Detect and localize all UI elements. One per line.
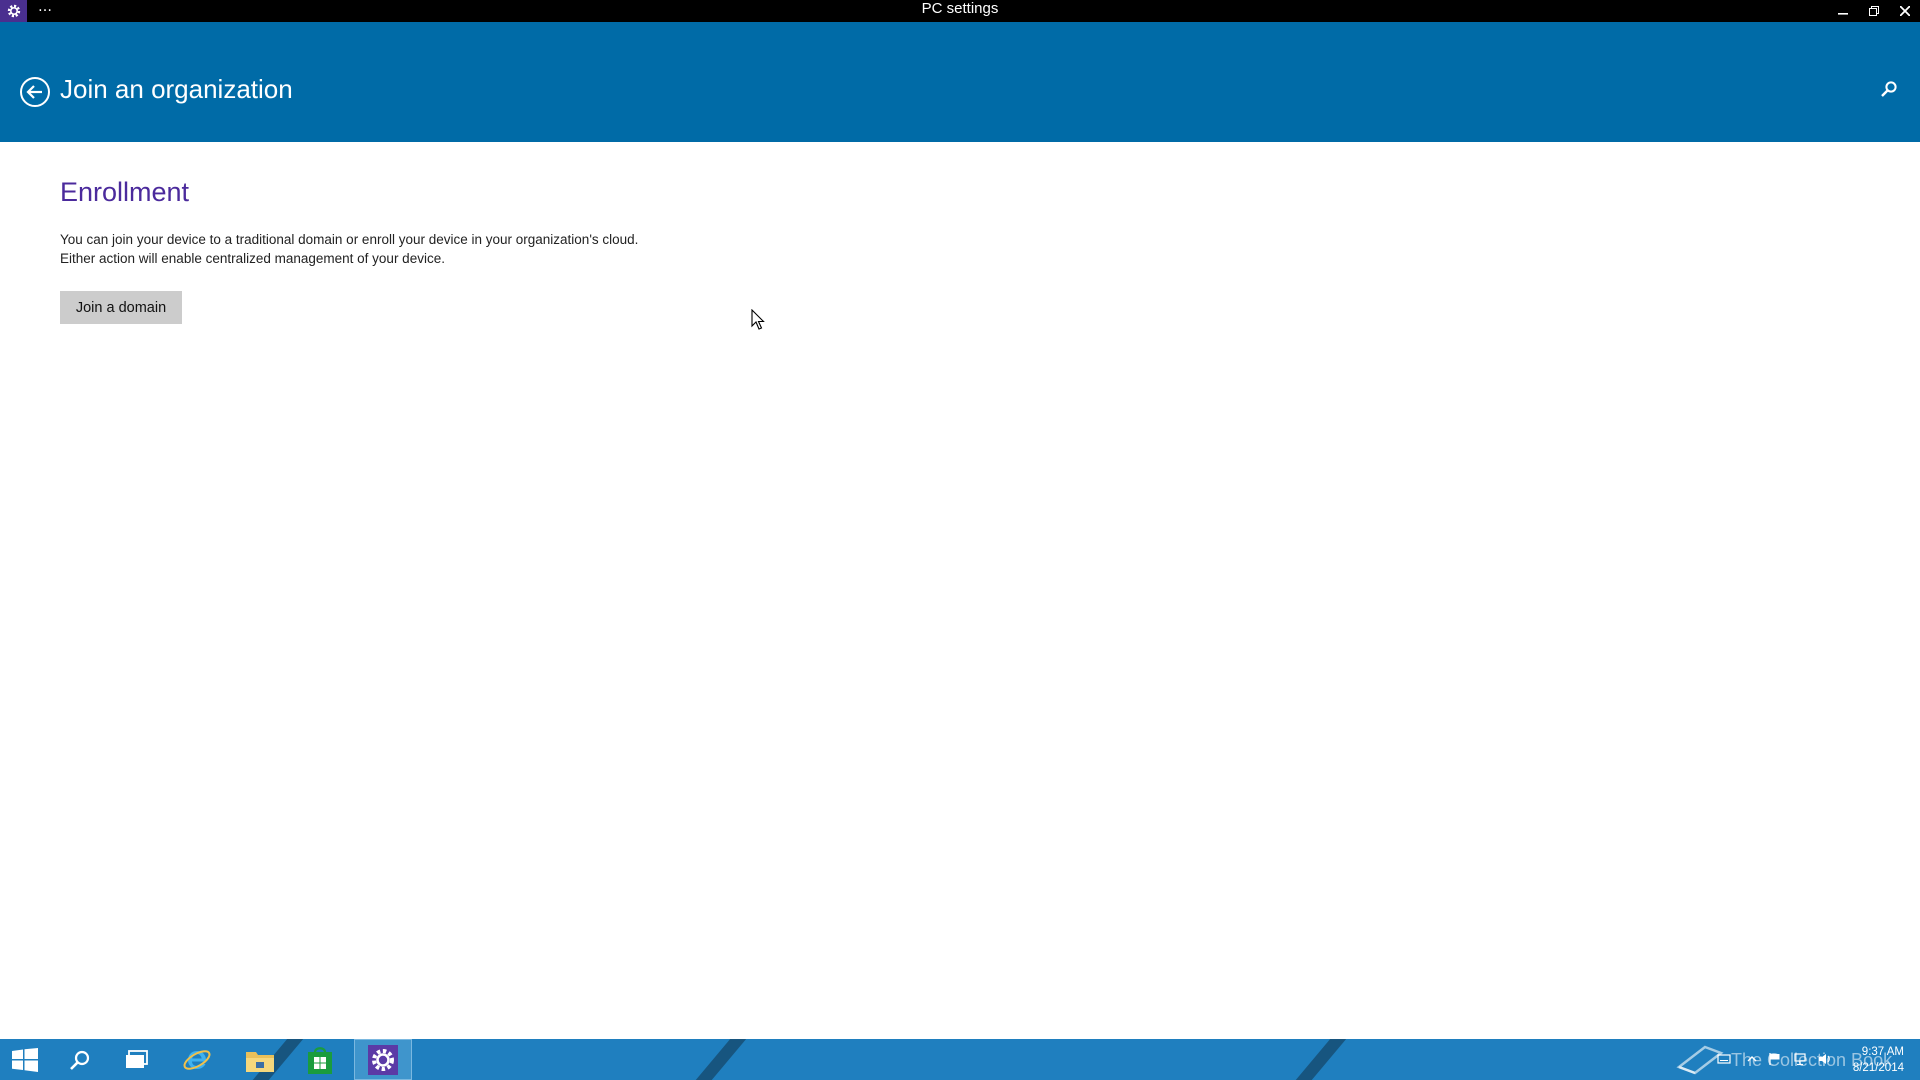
taskbar-app-store[interactable] <box>296 1039 344 1080</box>
taskbar-app-internet-explorer[interactable] <box>172 1039 222 1080</box>
network-icon[interactable] <box>1793 1052 1807 1066</box>
volume-icon[interactable] <box>1818 1052 1832 1066</box>
join-domain-button[interactable]: Join a domain <box>60 291 182 324</box>
taskbar-search-button[interactable] <box>56 1039 104 1080</box>
keyboard-icon[interactable] <box>1717 1052 1731 1066</box>
close-icon <box>1899 6 1910 16</box>
search-icon <box>1881 81 1897 97</box>
minimize-button[interactable] <box>1827 0 1858 22</box>
clock-time: 9:37 AM <box>1861 1046 1904 1058</box>
flag-icon[interactable] <box>1768 1052 1782 1066</box>
gear-icon <box>7 4 20 18</box>
restore-button[interactable] <box>1858 0 1889 22</box>
wallpaper-stripe <box>679 1039 747 1080</box>
title-bar: … PC settings <box>0 0 1920 22</box>
clock-date: 8/21/2014 <box>1852 1062 1904 1074</box>
search-button[interactable] <box>1880 80 1902 102</box>
page-header: Join an organization <box>0 22 1920 142</box>
start-icon <box>12 1047 38 1072</box>
search-icon <box>70 1050 90 1070</box>
taskbar-app-pc-settings[interactable] <box>354 1039 412 1080</box>
app-icon[interactable] <box>0 0 27 22</box>
close-button[interactable] <box>1889 0 1920 22</box>
file-explorer-icon <box>246 1051 274 1072</box>
page-title: Join an organization <box>60 74 293 104</box>
wallpaper-stripe <box>1279 1039 1347 1080</box>
section-heading-enrollment: Enrollment <box>60 177 190 207</box>
task-view-icon <box>126 1049 148 1068</box>
back-arrow-icon <box>20 77 50 107</box>
app-commands-button[interactable]: … <box>38 0 52 22</box>
start-button[interactable] <box>0 1039 50 1080</box>
back-button[interactable] <box>19 76 51 108</box>
window-title: PC settings <box>921 0 999 17</box>
store-icon <box>308 1046 332 1074</box>
mouse-cursor-icon <box>751 309 765 330</box>
tray-clock[interactable]: 9:37 AM 8/21/2014 <box>1853 1044 1904 1076</box>
chevron-up-icon[interactable] <box>1745 1052 1759 1066</box>
minimize-icon <box>1837 13 1848 15</box>
taskbar: The Collection Book 9:37 AM 8/21/2014 <box>0 1039 1920 1080</box>
taskbar-app-file-explorer[interactable] <box>234 1039 286 1080</box>
restore-icon <box>1868 6 1879 16</box>
enrollment-description: You can join your device to a traditiona… <box>60 232 639 266</box>
pc-settings-icon <box>368 1044 398 1075</box>
task-view-button[interactable] <box>112 1039 162 1080</box>
internet-explorer-icon <box>183 1049 211 1070</box>
